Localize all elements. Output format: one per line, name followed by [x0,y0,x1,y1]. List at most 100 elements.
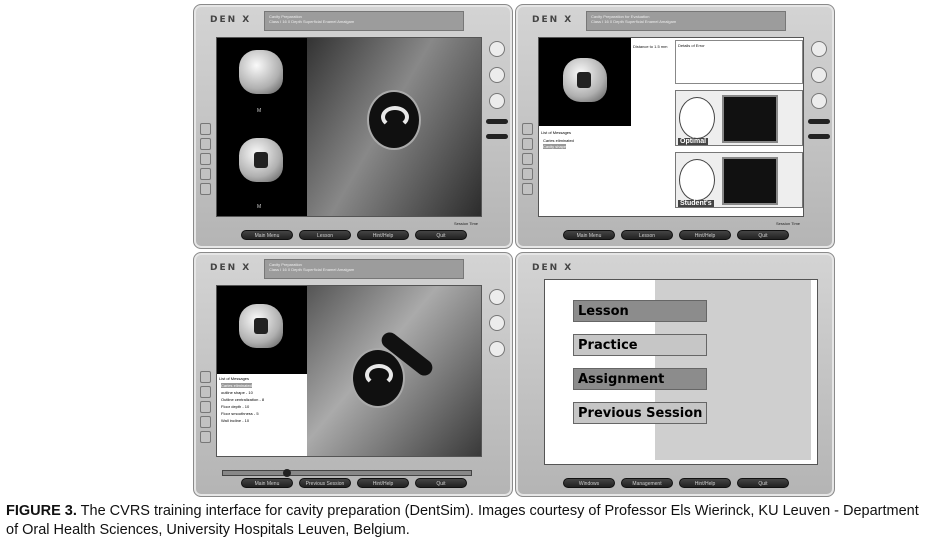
tool-button[interactable] [199,401,211,413]
control-knob[interactable] [489,41,505,57]
optimal-label: Optimal [678,138,709,145]
tooth-label: M [257,108,262,114]
tooth-view: M M [217,38,307,216]
session-time: Session Time [775,221,800,226]
figure-caption: FIGURE 3. The CVRS training interface fo… [6,502,931,540]
menu-practice[interactable]: Practice [573,334,707,356]
message-item[interactable]: Floor smoothness - 5 [221,411,259,416]
student-compare: Student's [675,152,803,208]
windows-button[interactable]: Windows [563,478,615,488]
section-view [722,95,778,143]
tool-button[interactable] [521,183,533,195]
denx-logo: DEN X [210,263,252,273]
tool-button[interactable] [199,138,211,150]
tool-button[interactable] [521,138,533,150]
message-item[interactable]: Cavity shape [543,144,567,149]
right-controls [485,41,509,216]
tool-button[interactable] [521,123,533,135]
previous-session-button[interactable]: Previous Session [299,478,351,488]
playback-slider[interactable] [222,469,472,477]
title-bar: Cavity Preparation for Evaluation Class … [586,11,786,31]
tooth-view [539,38,631,126]
messages-title: List of Messages [219,376,250,381]
tooth-model-bottom [239,138,283,182]
help-button[interactable]: Hint/Help [679,230,731,240]
tool-button[interactable] [199,153,211,165]
teeth-arch [365,364,393,386]
review-screen[interactable]: List of Messages Caries eliminated outli… [216,285,482,457]
left-toolbar [520,123,534,219]
tool-button[interactable] [199,183,211,195]
quit-button[interactable]: Quit [737,478,789,488]
quit-button[interactable]: Quit [415,230,467,240]
details-box: Details of Error [675,40,803,84]
control-knob[interactable] [489,289,505,305]
main-menu-button[interactable]: Main Menu [241,478,293,488]
lesson-button[interactable]: Lesson [299,230,351,240]
tool-button[interactable] [199,386,211,398]
tooth-model [563,58,607,102]
control-knob[interactable] [489,315,505,331]
bottom-menu: Main Menu Previous Session Hint/Help Qui… [234,478,474,490]
tool-button[interactable] [199,371,211,383]
simulation-screen[interactable]: M M [216,37,482,217]
tool-button[interactable] [521,168,533,180]
left-toolbar [198,123,212,219]
practice-window: DEN X Cavity Preparation Class I 16 0 De… [193,4,513,249]
management-button[interactable]: Management [621,478,673,488]
section-view [722,157,778,205]
left-toolbar [198,371,212,467]
message-item[interactable]: Outline centralization - 8 [221,397,264,402]
optimal-compare: Optimal [675,90,803,146]
left-panel: List of Messages Caries eliminated Cavit… [539,38,631,216]
bottom-menu: Main Menu Lesson Hint/Help Quit [556,230,796,242]
title-bar: Cavity Preparation Class I 16 0 Depth Su… [264,259,464,279]
message-item[interactable]: Caries eliminated [543,138,574,143]
control-pill[interactable] [486,134,508,139]
help-button[interactable]: Hint/Help [679,478,731,488]
evaluation-screen[interactable]: List of Messages Caries eliminated Cavit… [538,37,804,217]
tooth-sketch [679,97,715,139]
teeth-arch [381,106,409,128]
help-button[interactable]: Hint/Help [357,478,409,488]
tool-button[interactable] [199,416,211,428]
menu-previous-session[interactable]: Previous Session [573,402,707,424]
details-title: Details of Error [678,43,705,48]
main-menu-button[interactable]: Main Menu [563,230,615,240]
evaluation-window: DEN X Cavity Preparation for Evaluation … [515,4,835,249]
menu-assignment[interactable]: Assignment [573,368,707,390]
slider-knob[interactable] [283,469,291,477]
bottom-menu: Main Menu Lesson Hint/Help Quit [234,230,474,242]
control-knob[interactable] [811,93,827,109]
menu-lesson[interactable]: Lesson [573,300,707,322]
bottom-menu: Windows Management Hint/Help Quit [556,478,796,490]
control-knob[interactable] [811,67,827,83]
quit-button[interactable]: Quit [415,478,467,488]
tool-button[interactable] [521,153,533,165]
message-item[interactable]: outline shape - 10 [221,390,253,395]
control-pill[interactable] [808,134,830,139]
control-knob[interactable] [489,93,505,109]
tool-button[interactable] [199,123,211,135]
title-bar: Cavity Preparation Class I 16 0 Depth Su… [264,11,464,31]
message-item[interactable]: Floor depth - 10 [221,404,249,409]
message-item[interactable]: Caries eliminated [221,383,252,388]
right-controls [807,41,831,216]
tool-button[interactable] [199,431,211,443]
caption-text: The CVRS training interface for cavity p… [6,503,919,538]
control-knob[interactable] [489,341,505,357]
left-panel: List of Messages Caries eliminated outli… [217,286,307,456]
message-item[interactable]: Wall incline - 10 [221,418,249,423]
mouth-view [367,90,421,150]
lesson-button[interactable]: Lesson [621,230,673,240]
quit-button[interactable]: Quit [737,230,789,240]
control-knob[interactable] [811,41,827,57]
title-line-2: Class I 16 0 Depth Superficial Enamel Am… [591,19,677,24]
comparison-panel: Distance to 1.5 mm Details of Error Opti… [631,38,803,216]
help-button[interactable]: Hint/Help [357,230,409,240]
control-pill[interactable] [808,119,830,124]
main-menu-button[interactable]: Main Menu [241,230,293,240]
control-knob[interactable] [489,67,505,83]
control-pill[interactable] [486,119,508,124]
tool-button[interactable] [199,168,211,180]
